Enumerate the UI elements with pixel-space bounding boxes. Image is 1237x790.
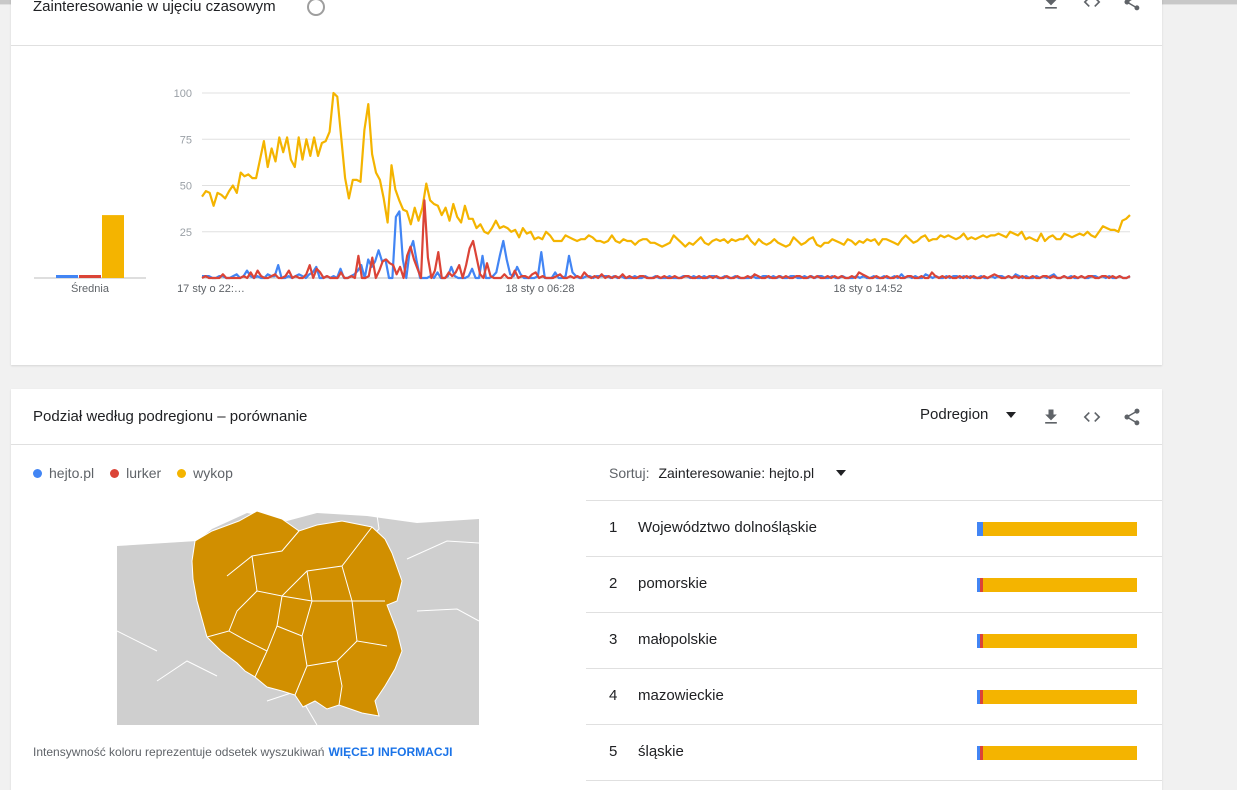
legend-item-lurker: lurker bbox=[110, 465, 161, 481]
poland-region-map[interactable] bbox=[117, 501, 479, 725]
chevron-down-icon[interactable] bbox=[836, 469, 847, 476]
region-name: śląskie bbox=[638, 743, 684, 760]
region-rank: 5 bbox=[609, 743, 618, 760]
region-name: pomorskie bbox=[638, 575, 708, 592]
region-share-bar bbox=[977, 522, 1137, 536]
subregion-breakdown-card: Podział według podregionu – porównanie P… bbox=[11, 389, 1162, 790]
poland-shape[interactable] bbox=[191, 510, 403, 717]
region-rank: 1 bbox=[609, 519, 618, 536]
region-level-dropdown[interactable]: Podregion bbox=[920, 406, 1017, 423]
region-rank: 4 bbox=[609, 687, 618, 704]
region-name: małopolskie bbox=[638, 631, 718, 648]
x-tick-label: 17 sty o 22:… bbox=[177, 283, 245, 295]
region-share-bar bbox=[977, 578, 1137, 592]
average-label: Średnia bbox=[71, 282, 110, 295]
legend-item-hejto: hejto.pl bbox=[33, 465, 94, 481]
list-item[interactable]: 1 Województwo dolnośląskie bbox=[586, 501, 1162, 557]
region-share-bar bbox=[977, 746, 1137, 760]
region-name: mazowieckie bbox=[638, 687, 724, 704]
region-rank: 3 bbox=[609, 631, 618, 648]
series-line-wykop[interactable] bbox=[201, 91, 1131, 248]
region-list: 1 Województwo dolnośląskie 2 pomorskie 3… bbox=[586, 501, 1162, 781]
legend-label: lurker bbox=[126, 465, 162, 481]
sort-label: Sortuj: bbox=[609, 464, 650, 481]
list-item[interactable]: 4 mazowieckie bbox=[586, 669, 1162, 725]
download-icon[interactable] bbox=[1039, 405, 1063, 429]
share-segment bbox=[983, 578, 1137, 592]
sort-row: Sortuj: Zainteresowanie: hejto.pl bbox=[586, 445, 1162, 501]
list-item[interactable]: 3 małopolskie bbox=[586, 613, 1162, 669]
share-segment bbox=[983, 522, 1137, 536]
map-footnote: Intensywność koloru reprezentuje odsetek… bbox=[33, 745, 453, 759]
legend-label: hejto.pl bbox=[49, 465, 95, 481]
map-legend: hejto.pl lurker wykop bbox=[33, 465, 233, 481]
card-header: Podział według podregionu – porównanie P… bbox=[11, 389, 1162, 445]
interest-over-time-card: Zainteresowanie w ujęciu czasowym Średni… bbox=[11, 0, 1162, 365]
region-level-value: Podregion bbox=[920, 406, 989, 423]
map-svg bbox=[117, 501, 479, 725]
x-tick-label: 18 sty o 14:52 bbox=[833, 283, 902, 295]
embed-icon[interactable] bbox=[1080, 405, 1104, 429]
sort-dropdown-value[interactable]: Zainteresowanie: hejto.pl bbox=[658, 465, 814, 481]
legend-dot-icon bbox=[33, 468, 42, 478]
share-icon[interactable] bbox=[1120, 405, 1144, 429]
region-share-bar bbox=[977, 634, 1137, 648]
average-bar[interactable] bbox=[79, 275, 101, 278]
more-info-link[interactable]: WIĘCEJ INFORMACJI bbox=[328, 745, 452, 759]
region-rank: 2 bbox=[609, 575, 618, 592]
region-share-bar bbox=[977, 690, 1137, 704]
legend-dot-icon bbox=[110, 468, 120, 478]
chevron-down-icon bbox=[1006, 411, 1017, 418]
share-segment bbox=[983, 690, 1137, 704]
list-item[interactable]: 5 śląskie bbox=[586, 725, 1162, 781]
legend-label: wykop bbox=[193, 465, 233, 481]
y-tick-label: 100 bbox=[174, 88, 192, 100]
x-tick-label: 18 sty o 06:28 bbox=[505, 283, 574, 295]
legend-item-wykop: wykop bbox=[177, 465, 233, 481]
y-tick-label: 75 bbox=[180, 134, 192, 146]
card-title: Podział według podregionu – porównanie bbox=[33, 408, 308, 425]
y-tick-label: 25 bbox=[180, 227, 192, 239]
y-tick-label: 50 bbox=[180, 181, 192, 193]
region-name: Województwo dolnośląskie bbox=[638, 519, 817, 536]
footnote-text: Intensywność koloru reprezentuje odsetek… bbox=[33, 745, 325, 759]
interest-line-chart: Średnia 25 50 75 100 17 sty o 22:… 18 sty o … bbox=[34, 88, 1131, 295]
legend-dot-icon bbox=[177, 468, 187, 478]
series-line-lurker[interactable] bbox=[201, 199, 1131, 280]
average-bar[interactable] bbox=[56, 275, 78, 278]
average-bar[interactable] bbox=[102, 215, 124, 278]
share-segment bbox=[983, 746, 1137, 760]
share-segment bbox=[983, 634, 1137, 648]
list-item[interactable]: 2 pomorskie bbox=[586, 557, 1162, 613]
